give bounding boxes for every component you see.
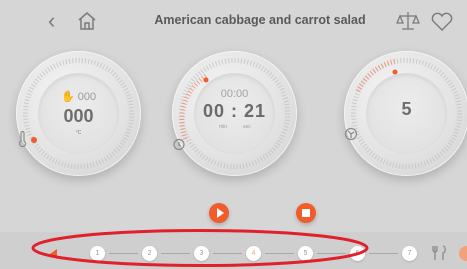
next-step-indicator[interactable] bbox=[459, 246, 467, 261]
top-bar: ‹ American cabbage and carrot salad bbox=[0, 0, 467, 44]
step-connector bbox=[109, 253, 138, 254]
stop-button[interactable] bbox=[296, 203, 316, 223]
chevron-left-icon[interactable]: ‹ bbox=[48, 9, 68, 33]
speed-dial[interactable]: 5 bbox=[344, 51, 467, 176]
seconds-label: sec bbox=[243, 124, 251, 130]
speed-value: 5 bbox=[401, 99, 412, 119]
step-connector bbox=[369, 253, 398, 254]
time-dial[interactable]: 00:00 00 : 21 min sec bbox=[172, 51, 297, 176]
prev-arrow-icon[interactable] bbox=[50, 249, 57, 259]
page-title: American cabbage and carrot salad bbox=[154, 13, 366, 27]
step-3[interactable]: 3 bbox=[194, 246, 209, 261]
step-connector bbox=[265, 253, 294, 254]
play-button[interactable] bbox=[209, 203, 229, 223]
utensils-icon[interactable] bbox=[432, 244, 448, 262]
temperature-unit: °C bbox=[75, 130, 82, 136]
time-value: 00 : 21 bbox=[202, 101, 267, 121]
temperature-dial[interactable]: ✋ 000 000 °C bbox=[16, 51, 141, 176]
step-connector bbox=[213, 253, 242, 254]
minutes-label: min bbox=[219, 124, 228, 130]
scale-icon[interactable] bbox=[396, 10, 420, 32]
home-icon[interactable] bbox=[76, 10, 98, 32]
step-5[interactable]: 5 bbox=[298, 246, 313, 261]
cooking-screen: ‹ American cabbage and carrot salad ✋ 00… bbox=[0, 0, 467, 269]
temperature-value: 000 bbox=[63, 106, 94, 126]
step-7[interactable]: 7 bbox=[402, 246, 417, 261]
step-4[interactable]: 4 bbox=[246, 246, 261, 261]
step-bar: 1 2 3 4 5 6 7 bbox=[0, 232, 467, 269]
temperature-speed-label: ✋ 000 bbox=[16, 90, 141, 103]
step-connector bbox=[317, 253, 346, 254]
step-connector bbox=[161, 253, 190, 254]
time-preset: 00:00 bbox=[220, 88, 249, 100]
heart-icon[interactable] bbox=[430, 11, 454, 33]
step-1[interactable]: 1 bbox=[90, 246, 105, 261]
step-6[interactable]: 6 bbox=[350, 246, 365, 261]
temperature-speed-value: 000 bbox=[77, 91, 97, 103]
thermometer-icon: °C bbox=[16, 130, 141, 149]
step-2[interactable]: 2 bbox=[142, 246, 157, 261]
hand-icon: ✋ bbox=[60, 91, 75, 103]
